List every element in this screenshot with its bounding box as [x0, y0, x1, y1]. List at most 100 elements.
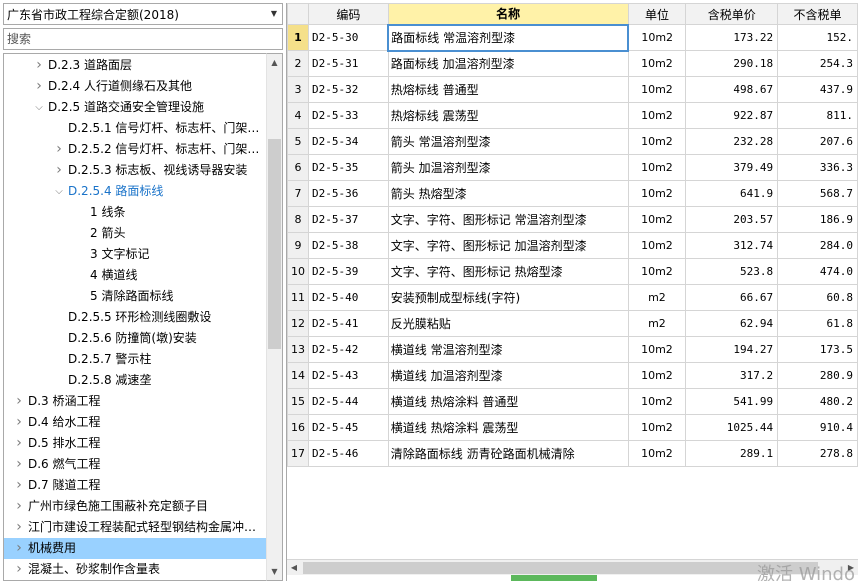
table-row[interactable]: 15 D2-5-44 横道线 热熔涂料 普通型 10m2 541.99 480.2 — [287, 388, 858, 415]
tree-node[interactable]: › 混凝土、砂浆制作含量表 — [4, 559, 266, 580]
tree-node[interactable]: › D.2.3 道路面层 — [4, 55, 266, 76]
row-index-cell[interactable]: 8 — [287, 206, 309, 233]
table-row[interactable]: 5 D2-5-34 箭头 常温溶剂型漆 10m2 232.28 207.6 — [287, 128, 858, 155]
tree-node[interactable]: › D.2.5.2 信号灯杆、标志杆、门架… — [4, 139, 266, 160]
tree-node[interactable]: › D.2.5.3 标志板、视线诱导器安装 — [4, 160, 266, 181]
chevron-down-icon[interactable]: ⌵ — [54, 181, 64, 202]
tree-node[interactable]: 5 清除路面标线 — [4, 286, 266, 307]
scrollbar-thumb[interactable] — [303, 562, 818, 574]
tree-node[interactable]: 2 箭头 — [4, 223, 266, 244]
row-index-cell[interactable]: 2 — [287, 50, 309, 77]
chevron-down-icon[interactable]: ⌵ — [34, 97, 44, 118]
chevron-right-icon[interactable]: › — [14, 412, 24, 433]
table-row[interactable]: 9 D2-5-38 文字、字符、图形标记 加温溶剂型漆 10m2 312.74 284.0 — [287, 232, 858, 259]
row-index-cell[interactable]: 9 — [287, 232, 309, 259]
row-index-cell[interactable]: 11 — [287, 284, 309, 311]
tax-price-cell: 312.74 — [685, 232, 779, 259]
table-row[interactable]: 10 D2-5-39 文字、字符、图形标记 热熔型漆 10m2 523.8 474.0 — [287, 258, 858, 285]
tree-node[interactable]: › 江门市建设工程装配式轻型钢结构金属冲… — [4, 517, 266, 538]
header-code[interactable]: 编码 — [307, 3, 389, 25]
tree-node[interactable]: › D.5 排水工程 — [4, 433, 266, 454]
name-cell: 路面标线 加温溶剂型漆 — [387, 50, 629, 77]
notax-price-cell: 152. — [777, 24, 858, 51]
row-index-cell[interactable]: 12 — [287, 310, 309, 337]
table-row[interactable]: 12 D2-5-41 反光膜粘贴 m2 62.94 61.8 — [287, 310, 858, 337]
chevron-right-icon[interactable]: › — [14, 475, 24, 496]
notax-price-cell: 278.8 — [777, 440, 858, 467]
chevron-right-icon[interactable]: › — [14, 517, 24, 538]
notax-price-cell: 811. — [777, 102, 858, 129]
name-cell: 反光膜粘贴 — [387, 310, 629, 337]
chevron-right-icon[interactable]: › — [14, 391, 24, 412]
tree-node[interactable]: › 广州市绿色施工围蔽补充定额子目 — [4, 496, 266, 517]
unit-cell: 10m2 — [627, 388, 687, 415]
notax-price-cell: 568.7 — [777, 180, 858, 207]
tree-node[interactable]: › 机械费用 — [4, 538, 266, 559]
row-index-cell[interactable]: 17 — [287, 440, 309, 467]
table-row[interactable]: 14 D2-5-43 横道线 加温溶剂型漆 10m2 317.2 280.9 — [287, 362, 858, 389]
tree-node[interactable]: D.2.5.5 环形检测线圈敷设 — [4, 307, 266, 328]
expand-panel-button[interactable] — [511, 575, 597, 581]
row-index-cell[interactable]: 5 — [287, 128, 309, 155]
scroll-down-icon[interactable]: ▼ — [267, 563, 282, 580]
table-row[interactable]: 2 D2-5-31 路面标线 加温溶剂型漆 10m2 290.18 254.3 — [287, 50, 858, 77]
chevron-right-icon[interactable]: › — [34, 76, 44, 97]
table-row[interactable]: 17 D2-5-46 清除路面标线 沥青砼路面机械清除 10m2 289.1 278.8 — [287, 440, 858, 467]
chevron-right-icon[interactable]: › — [34, 55, 44, 76]
notax-price-cell: 173.5 — [777, 336, 858, 363]
tree-node[interactable]: D.2.5.1 信号灯杆、标志杆、门架… — [4, 118, 266, 139]
header-notax-price[interactable]: 不含税单 — [777, 3, 858, 25]
search-input[interactable] — [3, 28, 283, 50]
tree-node[interactable]: D.2.5.7 警示柱 — [4, 349, 266, 370]
row-index-cell[interactable]: 16 — [287, 414, 309, 441]
header-tax-price[interactable]: 含税单价 — [685, 3, 779, 25]
row-index-cell[interactable]: 10 — [287, 258, 309, 285]
table-row[interactable]: 16 D2-5-45 横道线 热熔涂料 震荡型 10m2 1025.44 910.4 — [287, 414, 858, 441]
tax-price-cell: 289.1 — [685, 440, 779, 467]
row-index-cell[interactable]: 13 — [287, 336, 309, 363]
table-row[interactable]: 1 D2-5-30 路面标线 常温溶剂型漆 10m2 173.22 152. — [287, 23, 858, 52]
table-row[interactable]: 11 D2-5-40 安装预制成型标线(字符) m2 66.67 60.8 — [287, 284, 858, 311]
chevron-right-icon[interactable]: › — [14, 538, 24, 559]
tree-node[interactable]: › D.3 桥涵工程 — [4, 391, 266, 412]
row-index-cell[interactable]: 14 — [287, 362, 309, 389]
tree-node[interactable]: › D.7 隧道工程 — [4, 475, 266, 496]
tree-node[interactable]: › D.4 给水工程 — [4, 412, 266, 433]
row-index-cell[interactable]: 3 — [287, 76, 309, 103]
chevron-right-icon[interactable]: › — [14, 496, 24, 517]
quota-db-select[interactable]: 广东省市政工程综合定额(2018) ▼ — [3, 3, 283, 25]
chevron-right-icon[interactable]: › — [14, 559, 24, 580]
tree-node[interactable]: D.2.5.6 防撞筒(墩)安装 — [4, 328, 266, 349]
header-name[interactable]: 名称 — [387, 3, 629, 25]
tree-node[interactable]: ⌵ D.2.5 道路交通安全管理设施 — [4, 97, 266, 118]
row-index-cell[interactable]: 7 — [287, 180, 309, 207]
tree-node[interactable]: › D.6 燃气工程 — [4, 454, 266, 475]
table-row[interactable]: 7 D2-5-36 箭头 热熔型漆 10m2 641.9 568.7 — [287, 180, 858, 207]
chevron-down-icon[interactable]: ▼ — [269, 9, 279, 19]
tree-node[interactable]: ⌵ D.2.5.4 路面标线 — [4, 181, 266, 202]
tree-node[interactable]: 4 横道线 — [4, 265, 266, 286]
row-index-cell[interactable]: 15 — [287, 388, 309, 415]
tree-node[interactable]: 1 线条 — [4, 202, 266, 223]
chevron-right-icon[interactable]: › — [54, 160, 64, 181]
table-row[interactable]: 13 D2-5-42 横道线 常温溶剂型漆 10m2 194.27 173.5 — [287, 336, 858, 363]
tree-node[interactable]: D.2.5.8 减速垄 — [4, 370, 266, 391]
row-index-cell[interactable]: 4 — [287, 102, 309, 129]
chevron-right-icon[interactable]: › — [54, 139, 64, 160]
row-index-cell[interactable]: 1 — [287, 24, 309, 51]
table-row[interactable]: 6 D2-5-35 箭头 加温溶剂型漆 10m2 379.49 336.3 — [287, 154, 858, 181]
table-row[interactable]: 4 D2-5-33 热熔标线 震荡型 10m2 922.87 811. — [287, 102, 858, 129]
scroll-left-icon[interactable]: ◀ — [287, 560, 301, 576]
chevron-right-icon[interactable]: › — [14, 433, 24, 454]
scrollbar-thumb[interactable] — [268, 139, 281, 349]
header-unit[interactable]: 单位 — [627, 3, 687, 25]
row-index-cell[interactable]: 6 — [287, 154, 309, 181]
table-row[interactable]: 8 D2-5-37 文字、字符、图形标记 常温溶剂型漆 10m2 203.57 186.9 — [287, 206, 858, 233]
table-row[interactable]: 3 D2-5-32 热熔标线 普通型 10m2 498.67 437.9 — [287, 76, 858, 103]
scroll-up-icon[interactable]: ▲ — [267, 54, 282, 71]
tree-node[interactable]: › D.2.4 人行道侧缘石及其他 — [4, 76, 266, 97]
unit-cell: 10m2 — [627, 206, 687, 233]
tree-node[interactable]: 3 文字标记 — [4, 244, 266, 265]
tree-vertical-scrollbar[interactable]: ▲ ▼ — [266, 53, 283, 581]
chevron-right-icon[interactable]: › — [14, 454, 24, 475]
